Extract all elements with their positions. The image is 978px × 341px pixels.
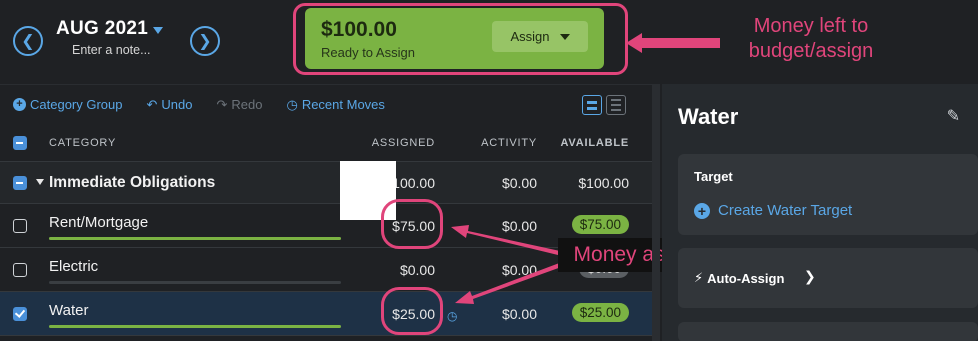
- arrow-icon: [455, 262, 564, 304]
- arrow-icon: [451, 225, 560, 255]
- inspector-panel: Water ✎ Target + Create Water Target ⚡︎ …: [662, 84, 978, 341]
- plus-circle-icon: +: [694, 202, 710, 219]
- auto-assign-card[interactable]: ⚡︎ Auto-Assign ❯: [678, 248, 978, 308]
- chevron-right-icon: ❯: [804, 268, 816, 284]
- inspector-title: Water: [678, 104, 739, 129]
- arrow-icon: [626, 33, 720, 53]
- table-scrollbar[interactable]: [652, 84, 660, 341]
- target-card: Target + Create Water Target: [678, 154, 978, 235]
- target-heading: Target: [694, 169, 733, 184]
- create-target-button[interactable]: + Create Water Target: [694, 202, 852, 219]
- lightning-icon: ⚡︎: [694, 270, 704, 285]
- panel-card: [678, 322, 978, 341]
- auto-assign-label: Auto-Assign: [707, 270, 785, 286]
- pencil-icon[interactable]: ✎: [947, 106, 960, 126]
- create-target-label: Create Water Target: [718, 202, 853, 219]
- auto-assign-heading: ⚡︎ Auto-Assign: [694, 270, 784, 286]
